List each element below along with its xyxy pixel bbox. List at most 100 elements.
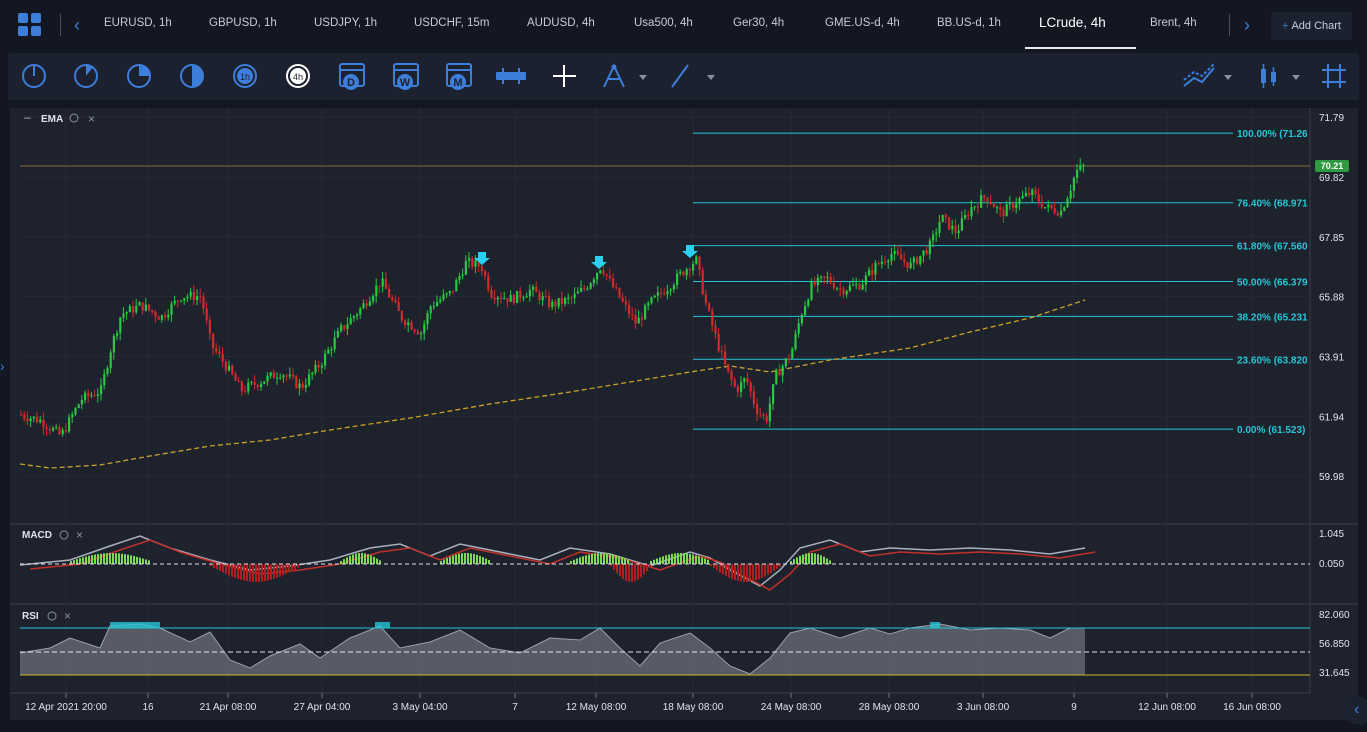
calendar-month-icon[interactable]: M: [446, 63, 472, 90]
expand-sidebar-icon[interactable]: ›: [0, 358, 5, 374]
candle-body: [567, 297, 570, 299]
candle-body: [237, 380, 240, 382]
candle-body: [215, 348, 218, 352]
candle-body: [970, 207, 973, 217]
macd-histogram-bar: [358, 553, 360, 564]
candle-body: [26, 418, 29, 422]
candle-body: [746, 378, 749, 383]
candle-body: [576, 291, 579, 294]
fib-level-label: 76.40% (68.971: [1237, 199, 1308, 210]
calendar-week-label: W: [400, 77, 411, 89]
candle-body: [983, 195, 986, 198]
macd-histogram-bar: [279, 564, 281, 577]
tab-bb[interactable]: BB.US-d, 1h: [937, 17, 1001, 29]
tab-ger30[interactable]: Ger30, 4h: [733, 17, 784, 29]
candle-body: [445, 293, 448, 295]
timeframe-1m-icon[interactable]: [22, 64, 46, 88]
tabs-scroll-right-icon[interactable]: ›: [1244, 14, 1250, 36]
candle-body: [279, 377, 282, 379]
timeframe-1h-icon[interactable]: 1h: [233, 64, 257, 88]
candle-body: [247, 382, 250, 392]
candle-body: [474, 260, 477, 267]
price-chart[interactable]: 100.00% (71.26 76.40% (68.971 61.80% (67.5…: [10, 108, 1358, 720]
tab-usa500[interactable]: Usa500, 4h: [634, 17, 693, 29]
candle-body: [784, 358, 787, 367]
macd-histogram-bar: [618, 556, 620, 564]
macd-histogram-bar: [379, 560, 381, 564]
macd-histogram-bar: [796, 557, 798, 564]
candle-body: [941, 214, 944, 223]
candle-body: [167, 314, 170, 318]
macd-histogram-bar: [776, 564, 778, 569]
candle-body: [343, 325, 346, 329]
tab-gbpusd[interactable]: GBPUSD, 1h: [209, 17, 277, 29]
macd-histogram-bar: [597, 553, 599, 564]
candle-body: [727, 364, 730, 371]
candle-body: [519, 291, 522, 298]
candle-body: [864, 275, 867, 285]
timeframe-4h-icon[interactable]: 4h: [286, 64, 310, 88]
macd-histogram-bar: [273, 564, 275, 579]
candle-body: [64, 430, 67, 432]
tab-eurusd[interactable]: EURUSD, 1h: [104, 17, 172, 29]
candle-body: [954, 225, 957, 234]
calendar-day-icon[interactable]: D: [339, 63, 365, 90]
candle-body: [1079, 165, 1082, 170]
candle-body: [135, 305, 138, 313]
candle-body: [432, 306, 435, 308]
indicators-icon[interactable]: [1183, 63, 1232, 87]
chart-type-candles-icon[interactable]: [1261, 64, 1300, 88]
macd-histogram-bar: [106, 553, 108, 564]
candle-body: [448, 290, 451, 294]
fib-level-label: 0.00% (61.523): [1237, 425, 1305, 436]
candle-body: [480, 266, 483, 272]
collapse-panel-button[interactable]: ‹: [1344, 697, 1367, 725]
tab-lcrude[interactable]: LCrude, 4h: [1039, 15, 1106, 30]
tab-brent[interactable]: Brent, 4h: [1150, 17, 1197, 29]
rsi-close-icon: ×: [64, 609, 71, 623]
range-icon[interactable]: [496, 68, 526, 84]
chart-panel[interactable]: 100.00% (71.26 76.40% (68.971 61.80% (67.5…: [10, 108, 1358, 720]
candle-body: [186, 296, 189, 299]
candle-body: [29, 418, 32, 422]
candle-body: [948, 217, 951, 230]
candle-body: [199, 296, 202, 298]
tab-gme[interactable]: GME.US-d, 4h: [825, 17, 900, 29]
timeframe-15m-icon[interactable]: [127, 64, 151, 88]
candle-body: [84, 392, 87, 400]
trendline-tool-icon[interactable]: [671, 64, 715, 88]
crosshair-icon[interactable]: [553, 65, 576, 87]
candle-body: [698, 256, 701, 271]
grid-toggle-icon[interactable]: [1322, 64, 1346, 88]
candle-body: [429, 306, 432, 314]
price-axis-label: 63.91: [1319, 353, 1344, 364]
add-chart-button[interactable]: + Add Chart: [1271, 12, 1352, 40]
macd-histogram-bar: [594, 553, 596, 564]
timeframe-30m-icon[interactable]: [180, 64, 204, 88]
candle-body: [973, 206, 976, 208]
rsi-settings-icon: [47, 611, 57, 621]
candle-body: [637, 317, 640, 324]
candle-body: [743, 378, 746, 382]
tab-audusd[interactable]: AUDUSD, 4h: [527, 17, 595, 29]
apps-grid-icon[interactable]: [18, 13, 42, 37]
macd-histogram-bar: [349, 555, 351, 564]
tab-usdjpy[interactable]: USDJPY, 1h: [314, 17, 377, 29]
macd-histogram-bar: [692, 554, 694, 564]
macd-histogram-bar: [710, 564, 712, 566]
macd-histogram-bar: [340, 561, 342, 564]
macd-histogram-bar: [482, 557, 484, 564]
calendar-week-icon[interactable]: W: [393, 63, 419, 90]
candle-body: [244, 391, 247, 393]
drawing-tools-icon[interactable]: [603, 63, 647, 88]
candle-body: [1060, 210, 1063, 216]
macd-histogram-bar: [677, 553, 679, 564]
macd-histogram-bar: [713, 564, 715, 569]
candle-body: [196, 296, 199, 301]
timeframe-5m-icon[interactable]: [74, 64, 98, 88]
candle-body: [461, 274, 464, 277]
tab-usdchf[interactable]: USDCHF, 15m: [414, 17, 489, 29]
candle-body: [32, 416, 35, 419]
tabs-scroll-left-icon[interactable]: ‹: [74, 14, 80, 36]
candle-body: [212, 333, 215, 349]
